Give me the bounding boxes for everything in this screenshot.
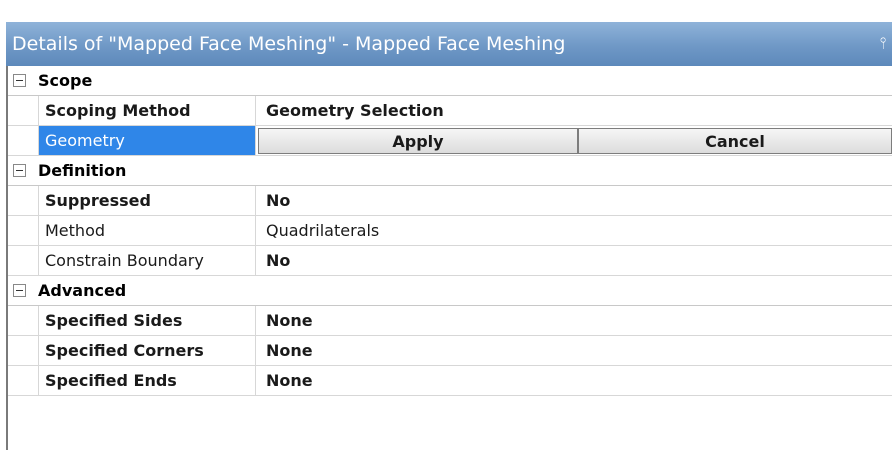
group-advanced[interactable]: Advanced [8, 276, 892, 306]
property-value[interactable]: Quadrilaterals [256, 216, 892, 245]
row-constrain-boundary[interactable]: Constrain Boundary No [8, 246, 892, 276]
cancel-button[interactable]: Cancel [578, 128, 892, 154]
property-name: Suppressed [38, 186, 256, 215]
property-name: Specified Ends [38, 366, 256, 395]
pin-icon[interactable]: ⫯ [876, 32, 890, 54]
group-scope[interactable]: Scope [8, 66, 892, 96]
property-name: Specified Corners [38, 336, 256, 365]
row-specified-ends[interactable]: Specified Ends None [8, 366, 892, 396]
details-panel-title: Details of "Mapped Face Meshing" - Mappe… [12, 33, 566, 55]
top-strip [0, 0, 892, 22]
property-value[interactable]: No [256, 246, 892, 275]
row-geometry[interactable]: Geometry Apply Cancel [8, 126, 892, 156]
row-scoping-method[interactable]: Scoping Method Geometry Selection [8, 96, 892, 126]
property-value[interactable]: Geometry Selection [256, 96, 892, 125]
property-name: Scoping Method [38, 96, 256, 125]
row-specified-sides[interactable]: Specified Sides None [8, 306, 892, 336]
collapse-icon[interactable] [13, 284, 26, 297]
group-label: Scope [38, 71, 93, 90]
group-label: Definition [38, 161, 127, 180]
property-value[interactable]: None [256, 306, 892, 335]
group-definition[interactable]: Definition [8, 156, 892, 186]
group-label: Advanced [38, 281, 127, 300]
property-name: Specified Sides [38, 306, 256, 335]
property-name: Constrain Boundary [38, 246, 256, 275]
row-specified-corners[interactable]: Specified Corners None [8, 336, 892, 366]
row-suppressed[interactable]: Suppressed No [8, 186, 892, 216]
property-name: Method [38, 216, 256, 245]
property-name-selected[interactable]: Geometry [38, 126, 256, 155]
details-panel-title-bar: Details of "Mapped Face Meshing" - Mappe… [6, 22, 892, 66]
property-value[interactable]: None [256, 366, 892, 395]
property-value[interactable]: No [256, 186, 892, 215]
details-grid: Scope Scoping Method Geometry Selection … [8, 66, 892, 396]
apply-button[interactable]: Apply [258, 128, 578, 154]
collapse-icon[interactable] [13, 164, 26, 177]
property-value[interactable]: None [256, 336, 892, 365]
collapse-icon[interactable] [13, 74, 26, 87]
row-method[interactable]: Method Quadrilaterals [8, 216, 892, 246]
